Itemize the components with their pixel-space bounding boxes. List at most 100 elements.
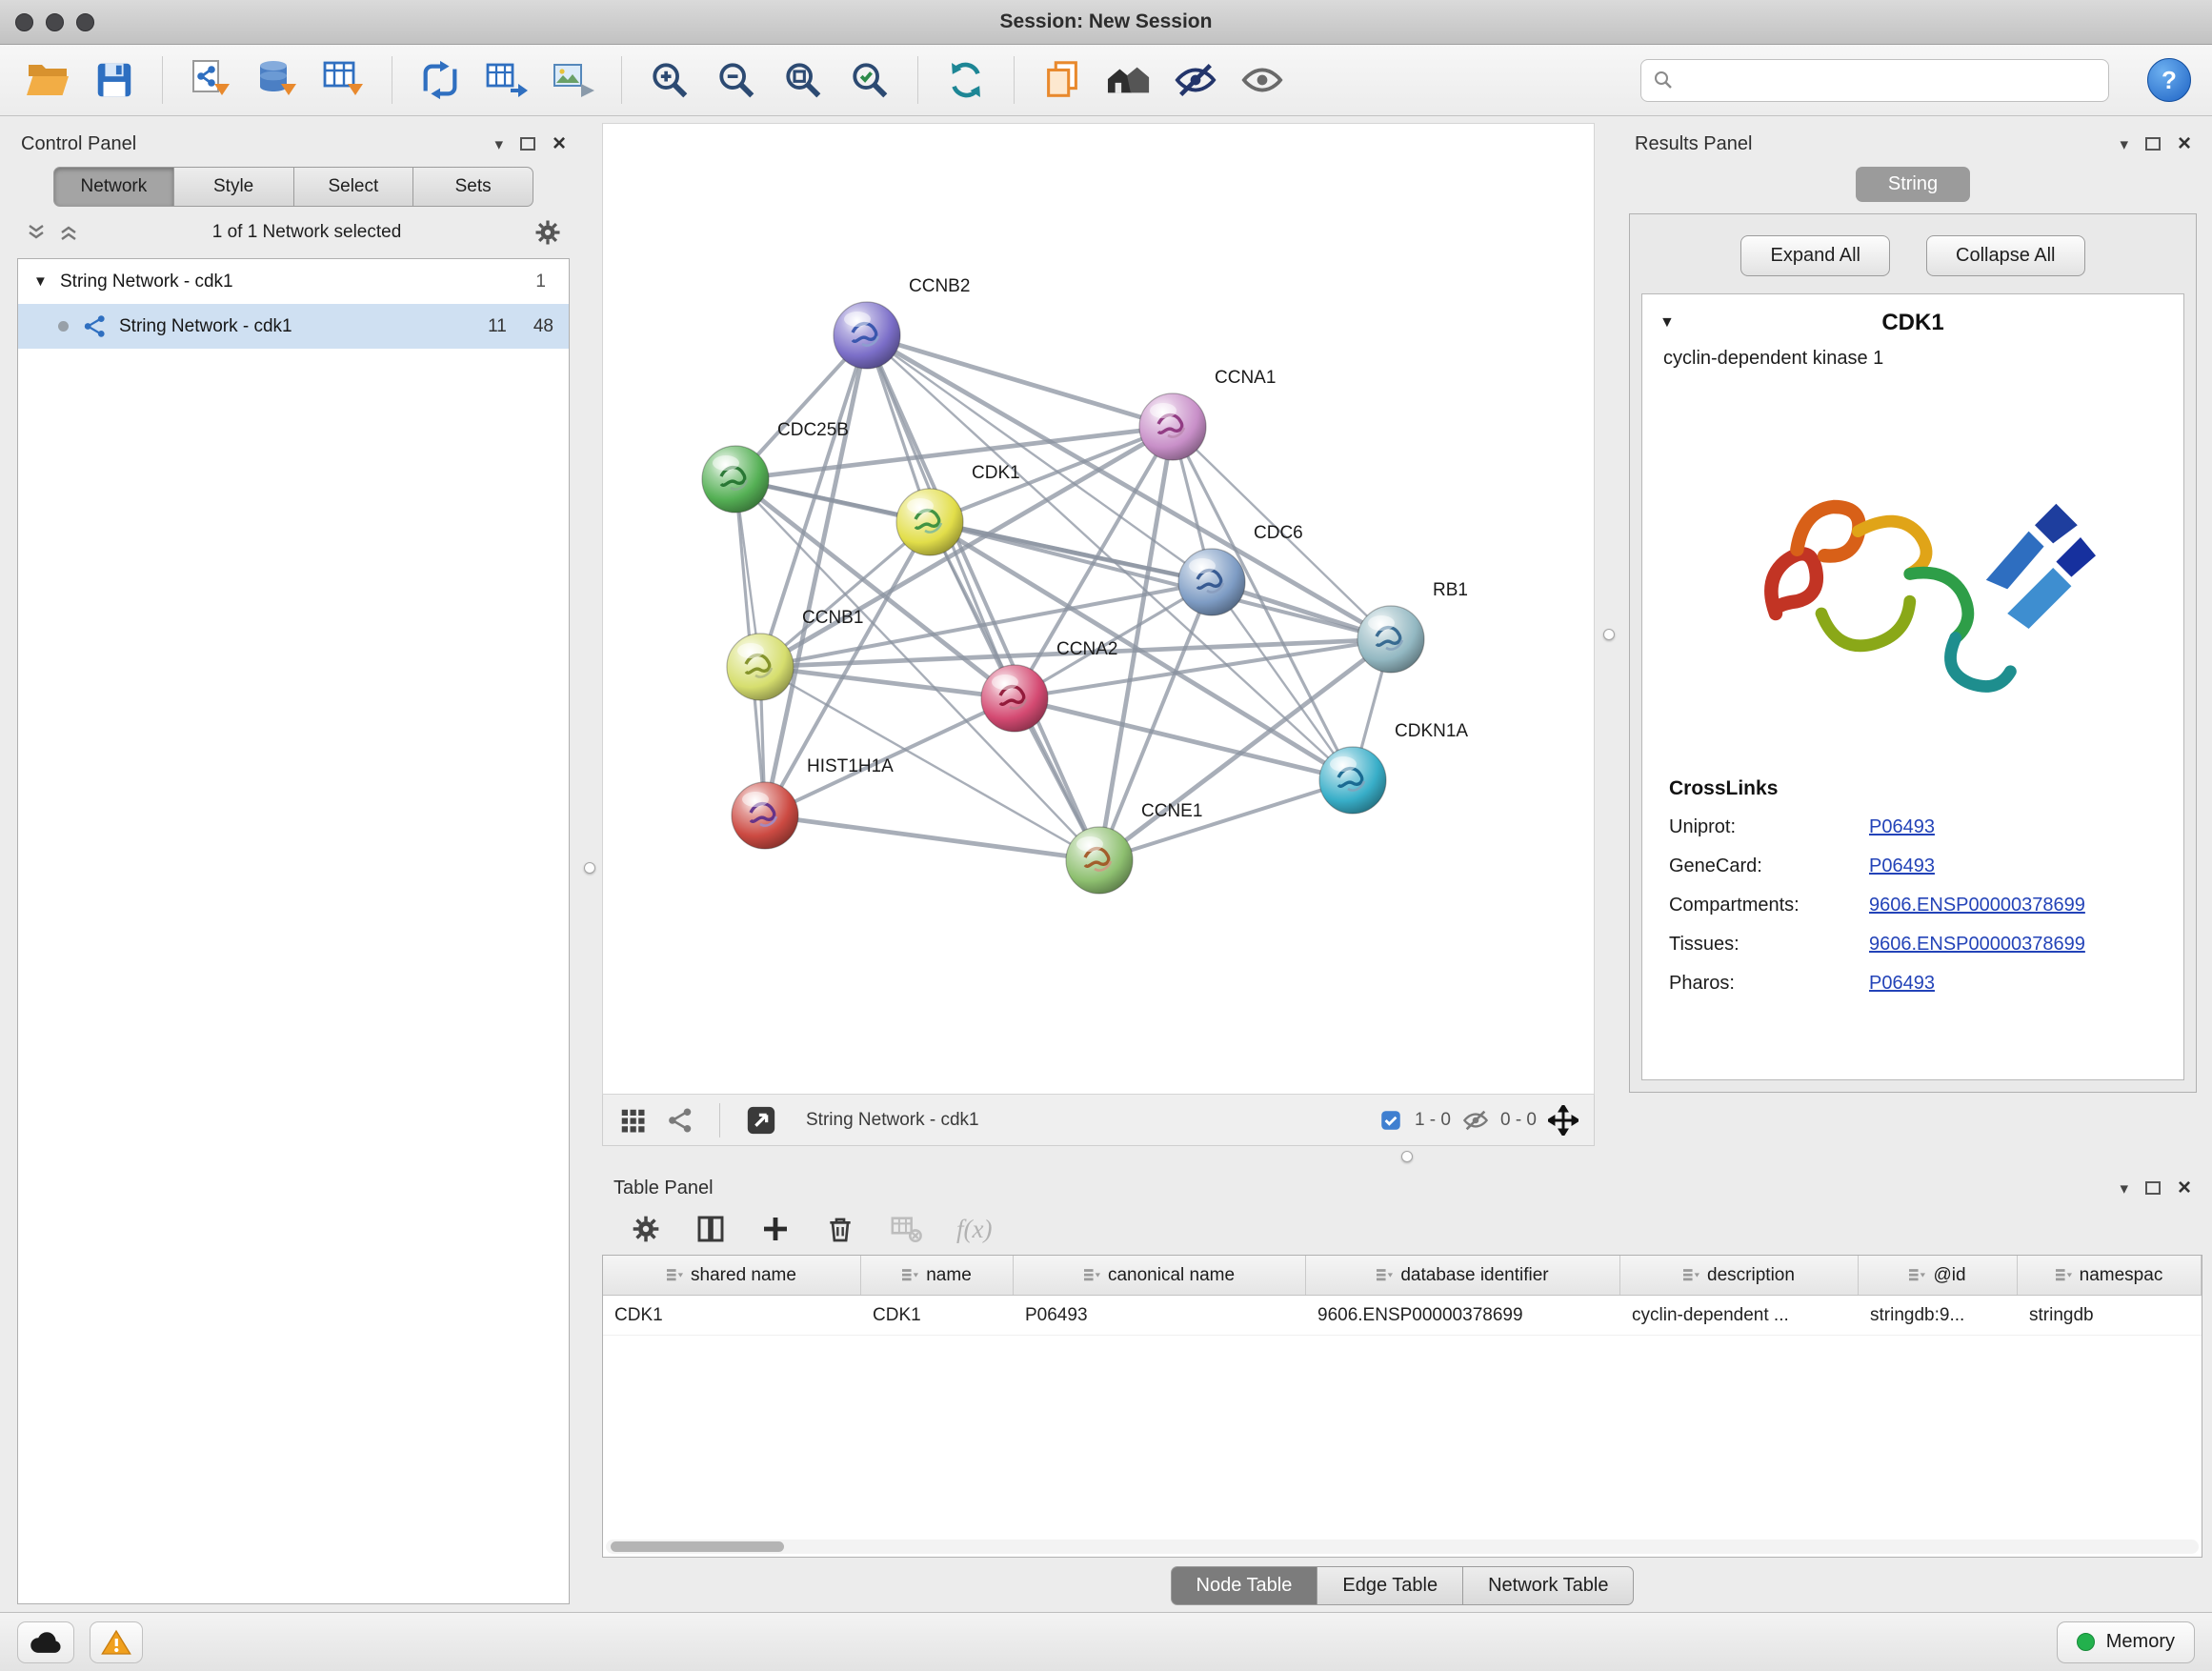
network-node-CCNA2[interactable] bbox=[981, 665, 1048, 732]
clone-network-button[interactable] bbox=[1036, 53, 1089, 107]
horizontal-scrollbar[interactable] bbox=[606, 1540, 2199, 1554]
delete-column-icon[interactable] bbox=[825, 1214, 855, 1244]
table-panel-splitter[interactable] bbox=[602, 1146, 2212, 1167]
network-node-CDKN1A[interactable] bbox=[1319, 747, 1386, 814]
crosslink-value-link[interactable]: P06493 bbox=[1869, 973, 1935, 995]
network-node-HIST1H1A[interactable] bbox=[732, 782, 798, 849]
control-tab-select[interactable]: Select bbox=[293, 167, 414, 207]
network-node-CDC25B[interactable] bbox=[702, 446, 769, 513]
table-cell[interactable]: P06493 bbox=[1014, 1305, 1306, 1326]
float-panel-icon[interactable]: ▾ bbox=[494, 136, 503, 152]
gear-icon[interactable] bbox=[533, 218, 562, 247]
collapse-all-icon[interactable] bbox=[25, 221, 48, 244]
zoom-window-button[interactable] bbox=[76, 13, 94, 31]
float-panel-icon[interactable]: ▾ bbox=[2120, 1180, 2128, 1197]
network-node-CCNB2[interactable] bbox=[834, 302, 900, 369]
birds-eye-view-button[interactable] bbox=[618, 1106, 647, 1135]
network-node-CCNA1[interactable] bbox=[1139, 393, 1206, 460]
splitter-handle[interactable] bbox=[1401, 1151, 1413, 1162]
network-edge-CCNB2-HIST1H1A[interactable] bbox=[765, 335, 867, 815]
close-panel-icon[interactable]: × bbox=[2178, 132, 2191, 155]
open-in-new-window-button[interactable] bbox=[745, 1104, 777, 1137]
import-network-database-button[interactable] bbox=[251, 53, 304, 107]
tab-network-table[interactable]: Network Table bbox=[1462, 1566, 1634, 1605]
crosslink-value-link[interactable]: P06493 bbox=[1869, 856, 1935, 877]
import-table-button[interactable] bbox=[317, 53, 371, 107]
network-edge-CCNB2-CCNA1[interactable] bbox=[867, 335, 1173, 427]
table-cell[interactable]: stringdb bbox=[2018, 1305, 2202, 1326]
search-input[interactable] bbox=[1640, 59, 2109, 102]
minimize-window-button[interactable] bbox=[46, 13, 64, 31]
network-edge-HIST1H1A-CCNE1[interactable] bbox=[765, 815, 1099, 860]
column-header-shared-name[interactable]: shared name bbox=[603, 1256, 861, 1295]
table-cell[interactable]: cyclin-dependent ... bbox=[1620, 1305, 1859, 1326]
network-node-CCNB1[interactable] bbox=[727, 634, 794, 700]
column-header-namespac[interactable]: namespac bbox=[2018, 1256, 2202, 1295]
close-window-button[interactable] bbox=[15, 13, 33, 31]
network-edge-CCNB2-CCNE1[interactable] bbox=[867, 335, 1099, 860]
zoom-in-button[interactable] bbox=[643, 53, 696, 107]
save-session-button[interactable] bbox=[88, 53, 141, 107]
tab-node-table[interactable]: Node Table bbox=[1171, 1566, 1318, 1605]
warnings-button[interactable] bbox=[90, 1621, 143, 1663]
network-collection-row[interactable]: ▼ String Network - cdk1 1 bbox=[18, 259, 569, 304]
cloud-sync-button[interactable] bbox=[17, 1621, 74, 1663]
network-node-CCNE1[interactable] bbox=[1066, 827, 1133, 894]
network-edge-CDKN1A-CCNE1[interactable] bbox=[1099, 780, 1353, 860]
column-header-name[interactable]: name bbox=[861, 1256, 1014, 1295]
column-header-canonical-name[interactable]: canonical name bbox=[1014, 1256, 1306, 1295]
network-node-CDK1[interactable] bbox=[896, 489, 963, 555]
control-tab-style[interactable]: Style bbox=[173, 167, 294, 207]
home-button[interactable] bbox=[1102, 53, 1156, 107]
apply-layout-button[interactable] bbox=[939, 53, 993, 107]
crosslink-value-link[interactable]: 9606.ENSP00000378699 bbox=[1869, 895, 2085, 916]
zoom-selected-button[interactable] bbox=[843, 53, 896, 107]
tab-edge-table[interactable]: Edge Table bbox=[1317, 1566, 1463, 1605]
scrollbar-thumb[interactable] bbox=[611, 1541, 784, 1552]
column-header--id[interactable]: @id bbox=[1859, 1256, 2018, 1295]
close-panel-icon[interactable]: × bbox=[2178, 1177, 2191, 1199]
table-cell[interactable]: CDK1 bbox=[861, 1305, 1014, 1326]
open-session-button[interactable] bbox=[21, 53, 74, 107]
crosslink-value-link[interactable]: P06493 bbox=[1869, 816, 1935, 838]
network-edge-CCNB2-RB1[interactable] bbox=[867, 335, 1391, 639]
maximize-panel-icon[interactable] bbox=[520, 137, 535, 151]
network-overview-button[interactable] bbox=[666, 1106, 694, 1135]
export-table-button[interactable] bbox=[480, 53, 533, 107]
memory-button[interactable]: Memory bbox=[2057, 1621, 2195, 1663]
show-columns-icon[interactable] bbox=[695, 1214, 726, 1244]
close-panel-icon[interactable]: × bbox=[553, 132, 566, 155]
pan-move-icon[interactable] bbox=[1548, 1105, 1579, 1136]
collection-caret-icon[interactable]: ▼ bbox=[33, 273, 60, 290]
table-gear-icon[interactable] bbox=[631, 1214, 661, 1244]
network-edge-CCNB1-CCNA2[interactable] bbox=[760, 667, 1015, 698]
expand-all-icon[interactable] bbox=[57, 221, 80, 244]
network-node-CDC6[interactable] bbox=[1178, 549, 1245, 615]
table-cell[interactable]: 9606.ENSP00000378699 bbox=[1306, 1305, 1620, 1326]
tab-string[interactable]: String bbox=[1856, 167, 1970, 202]
column-header-database-identifier[interactable]: database identifier bbox=[1306, 1256, 1620, 1295]
export-image-button[interactable] bbox=[547, 53, 600, 107]
maximize-panel-icon[interactable] bbox=[2145, 1181, 2161, 1195]
splitter-handle[interactable] bbox=[1603, 629, 1615, 640]
import-network-file-button[interactable] bbox=[184, 53, 237, 107]
network-row-selected[interactable]: String Network - cdk1 11 48 bbox=[18, 304, 569, 349]
add-column-icon[interactable] bbox=[760, 1214, 791, 1244]
table-cell[interactable]: stringdb:9... bbox=[1859, 1305, 2018, 1326]
network-graph[interactable]: CCNB2CCNA1CDC25BCDK1CDC6RB1CCNB1CCNA2CDK… bbox=[610, 124, 1587, 1092]
control-tab-sets[interactable]: Sets bbox=[412, 167, 533, 207]
table-cell[interactable]: CDK1 bbox=[603, 1305, 861, 1326]
hide-selected-button[interactable] bbox=[1169, 53, 1222, 107]
control-tab-network[interactable]: Network bbox=[53, 167, 174, 207]
help-button[interactable]: ? bbox=[2147, 58, 2191, 102]
expand-all-button[interactable]: Expand All bbox=[1740, 235, 1890, 276]
float-panel-icon[interactable]: ▾ bbox=[2120, 136, 2128, 152]
column-header-description[interactable]: description bbox=[1620, 1256, 1859, 1295]
left-panel-splitter[interactable] bbox=[577, 123, 602, 1612]
collapse-all-button[interactable]: Collapse All bbox=[1926, 235, 2085, 276]
crosslink-value-link[interactable]: 9606.ENSP00000378699 bbox=[1869, 934, 2085, 956]
zoom-out-button[interactable] bbox=[710, 53, 763, 107]
network-canvas[interactable]: CCNB2CCNA1CDC25BCDK1CDC6RB1CCNB1CCNA2CDK… bbox=[602, 123, 1595, 1095]
network-edge-CCNB2-CDKN1A[interactable] bbox=[867, 335, 1353, 780]
table-row[interactable]: CDK1CDK1P064939606.ENSP00000378699cyclin… bbox=[603, 1296, 2202, 1336]
